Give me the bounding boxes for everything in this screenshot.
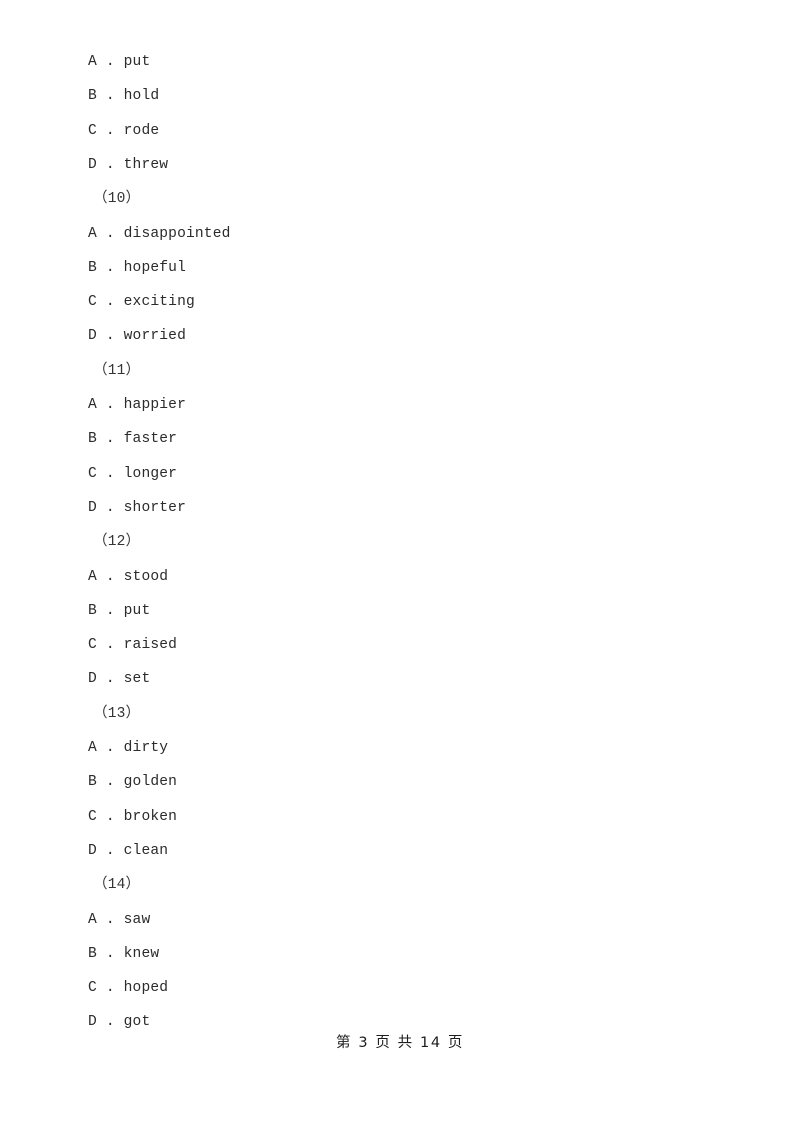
question-number-text: （12） [93, 534, 141, 551]
answer-option-text: C . raised [88, 637, 178, 654]
answer-option-line: D . set [0, 662, 800, 696]
answer-option-text: A . saw [88, 911, 151, 928]
answer-option-line: B . hold [0, 79, 800, 113]
answer-option-text: D . worried [88, 328, 186, 345]
answer-option-text: A . stood [88, 568, 169, 585]
answer-option-line: B . faster [0, 422, 800, 456]
answer-option-text: A . disappointed [88, 225, 231, 242]
answer-option-line: C . exciting [0, 285, 800, 319]
document-page: A . put B . hold C . rode D . threw （10） A . … [0, 0, 800, 1132]
answer-option-text: C . hoped [88, 980, 169, 997]
answer-option-line: C . rode [0, 114, 800, 148]
answer-option-line: B . knew [0, 937, 800, 971]
answer-option-line: D . threw [0, 148, 800, 182]
answer-option-text: C . longer [88, 465, 178, 482]
answer-option-text: D . shorter [88, 499, 186, 516]
answer-option-line: A . dirty [0, 731, 800, 765]
answer-option-line: D . worried [0, 319, 800, 353]
answer-option-line: B . put [0, 594, 800, 628]
answer-option-text: D . set [88, 671, 151, 688]
answer-option-line: D . shorter [0, 491, 800, 525]
answer-option-text: C . rode [88, 122, 160, 139]
question-number-line: （11） [0, 354, 800, 388]
answer-option-line: A . disappointed [0, 217, 800, 251]
answer-option-text: D . clean [88, 842, 169, 859]
answer-option-line: B . hopeful [0, 251, 800, 285]
question-number-line: （14） [0, 868, 800, 902]
question-number-line: （10） [0, 182, 800, 216]
answer-option-text: A . put [88, 54, 151, 70]
answer-option-line: C . broken [0, 800, 800, 834]
answer-option-text: D . threw [88, 156, 169, 173]
answer-option-line: A . put [0, 45, 800, 79]
question-number-line: （13） [0, 697, 800, 731]
answer-option-line: C . hoped [0, 971, 800, 1005]
answer-option-text: A . dirty [88, 740, 169, 756]
page-footer: 第 3 页 共 14 页 [336, 1035, 464, 1051]
answer-option-text: B . golden [88, 774, 178, 791]
answer-option-text: B . hold [88, 88, 160, 105]
question-number-text: （14） [93, 877, 141, 894]
answer-option-line: B . golden [0, 765, 800, 799]
answer-option-text: C . broken [88, 808, 178, 825]
answer-option-text: C . exciting [88, 294, 195, 311]
answer-option-line: A . happier [0, 388, 800, 422]
question-number-text: （10） [93, 191, 141, 208]
question-number-line: （12） [0, 525, 800, 559]
answer-option-text: B . hopeful [88, 259, 186, 276]
question-number-text: （13） [93, 705, 141, 722]
answer-option-line: D . clean [0, 834, 800, 868]
answer-option-text: B . faster [88, 431, 178, 448]
answer-option-text: A . happier [88, 397, 186, 413]
answer-option-line: C . longer [0, 457, 800, 491]
question-number-text: （11） [93, 362, 141, 379]
answer-option-line: C . raised [0, 628, 800, 662]
answer-option-line: A . stood [0, 560, 800, 594]
answer-option-text: B . knew [88, 945, 160, 962]
answer-option-line: A . saw [0, 903, 800, 937]
answer-option-text: B . put [88, 602, 151, 619]
